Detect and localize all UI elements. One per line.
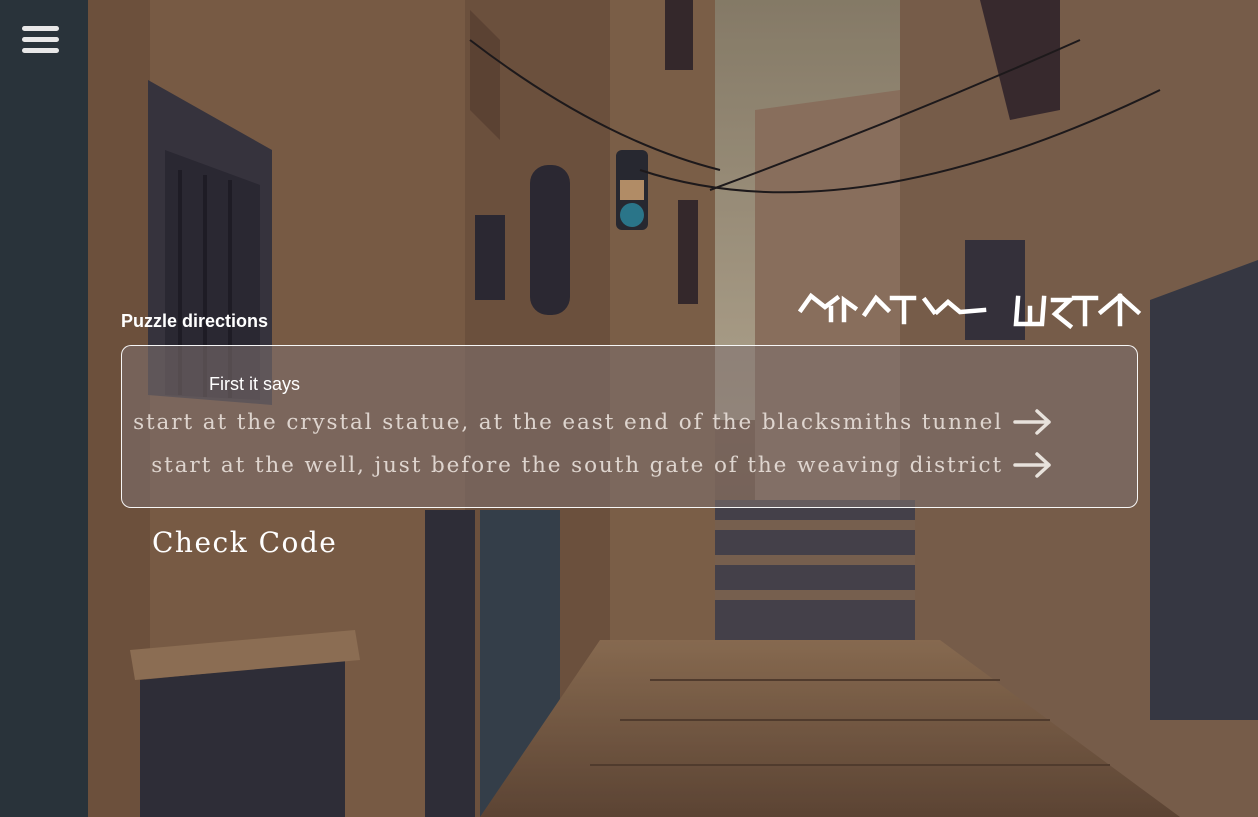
check-code-button[interactable]: Check Code [152, 526, 337, 559]
arrow-right-icon [1013, 409, 1051, 435]
hamburger-menu-icon[interactable] [22, 24, 60, 56]
menu-bar-top [22, 26, 59, 31]
arrow-right-icon [1013, 452, 1051, 478]
direction-option-2[interactable]: start at the well, just before the south… [151, 451, 1053, 479]
direction-text: start at the well, just before the south… [151, 452, 1003, 478]
cipher-rune-title [798, 292, 1142, 330]
puzzle-directions-label: Puzzle directions [121, 311, 269, 331]
puzzle-directions-panel: First it says start at the crystal statu… [121, 345, 1138, 508]
menu-bar-bottom [22, 48, 59, 53]
panel-intro-text: First it says [209, 374, 301, 394]
menu-bar-middle [22, 37, 59, 42]
game-scene: Puzzle directions First it says start at… [0, 0, 1258, 817]
direction-text: start at the crystal statue, at the east… [133, 409, 1003, 435]
direction-option-1[interactable]: start at the crystal statue, at the east… [133, 408, 1053, 436]
